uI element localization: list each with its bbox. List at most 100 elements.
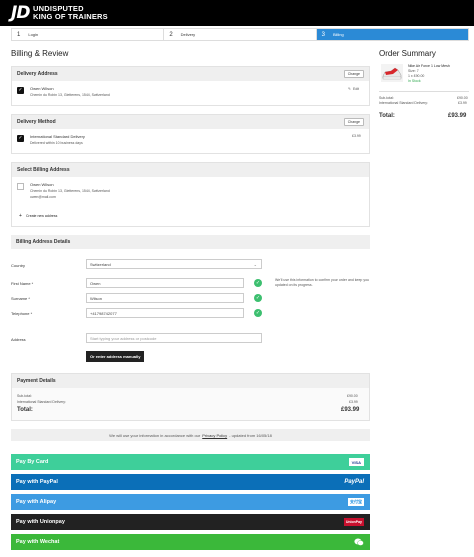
telephone-value: +41798742077	[90, 310, 117, 316]
section-title: Billing Address Details	[16, 239, 71, 245]
notice-date: - updated from 16/05/18	[229, 432, 272, 438]
change-button[interactable]: Change	[343, 118, 364, 126]
step-label: Billing	[333, 32, 344, 37]
checked-checkbox[interactable]: ✓	[17, 135, 24, 142]
section-title: Delivery Address	[17, 71, 58, 77]
stock-status: In Stock	[408, 79, 421, 83]
payment-delivery-label: International Standard Delivery:	[17, 400, 67, 404]
step-number: 1	[17, 31, 21, 38]
summary-delivery-value: £3.99	[458, 101, 467, 105]
address-label: Address	[11, 337, 26, 342]
country-label: Country	[11, 263, 26, 268]
brand-line-2: KING OF TRAINERS	[33, 11, 108, 21]
country-select[interactable]: Switzerland ⌄	[86, 259, 262, 269]
section-title: Delivery Method	[17, 119, 56, 125]
summary-total-label: Total:	[379, 113, 395, 119]
section-header: Delivery Address Change	[12, 67, 369, 81]
payment-delivery-value: £3.99	[349, 400, 358, 404]
edit-link[interactable]: Edit	[353, 87, 359, 91]
product-image	[381, 64, 403, 82]
paypal-icon: PayPal	[344, 479, 364, 485]
checked-checkbox[interactable]: ✓	[17, 87, 24, 94]
section-header: Payment Details	[12, 374, 369, 388]
product-name[interactable]: Nike Air Force 1 Low Mesh	[408, 64, 450, 68]
delivery-address-section: Delivery Address Change ✓ Owen Wilson Ch…	[11, 66, 370, 106]
alipay-icon: 支付宝	[348, 498, 364, 506]
section-title: Select Billing Address	[17, 167, 70, 173]
create-address-link[interactable]: Create new address	[26, 214, 57, 218]
address-placeholder: Start typing your address or postcode	[90, 335, 157, 341]
summary-subtotal-label: Sub-total:	[379, 96, 394, 100]
payment-subtotal-value: £90.00	[347, 394, 358, 398]
billing-address-checkbox[interactable]	[17, 183, 24, 190]
enter-address-manually-button[interactable]: Or enter address manually	[86, 351, 145, 362]
privacy-notice: We will use your information in accordan…	[11, 429, 370, 441]
section-body: ✓ International Standard Delivery Delive…	[12, 129, 369, 153]
pay-label: Pay By Card	[16, 459, 49, 465]
first-name-field[interactable]: Owen	[86, 278, 244, 288]
first-name-value: Owen	[90, 280, 101, 286]
summary-subtotal-value: £90.00	[457, 96, 468, 100]
notice-text: We will use your information in accordan…	[109, 432, 201, 438]
delivery-method-section: Delivery Method Change ✓ International S…	[11, 114, 370, 154]
check-circle-icon: ✓	[254, 309, 262, 317]
billing-details-header: Billing Address Details	[11, 235, 370, 249]
chevron-down-icon: ⌄	[253, 261, 257, 267]
step-label: Delivery	[180, 32, 196, 37]
step-number: 2	[169, 31, 173, 38]
delivery-method-name: International Standard Delivery	[30, 134, 85, 139]
first-name-label: First Name *	[11, 281, 34, 286]
pay-with-paypal-button[interactable]: Pay with PayPal PayPal	[11, 474, 370, 490]
summary-delivery-label: International Standard Delivery:	[379, 101, 429, 105]
pay-label: Pay with Unionpay	[16, 519, 65, 525]
edit-icon[interactable]: ✎	[348, 87, 351, 91]
divider	[379, 91, 469, 92]
section-header: Delivery Method Change	[12, 115, 369, 129]
pay-with-unionpay-button[interactable]: Pay with Unionpay UnionPay	[11, 514, 370, 530]
checkout-steps: 1 Login 2 Delivery 3 Billing	[11, 28, 469, 41]
check-circle-icon: ✓	[254, 294, 262, 302]
surname-label: Surname *	[11, 296, 30, 301]
delivery-method-price: £3.99	[352, 134, 361, 138]
surname-field[interactable]: Wilson	[86, 293, 244, 303]
pay-with-wechat-button[interactable]: Pay with Wechat	[11, 534, 370, 550]
section-body: Owen Wilson Chemin du Robin 13, Glettere…	[12, 177, 369, 226]
billing-name: Owen Wilson	[30, 182, 54, 187]
delivery-method-note: Delivered within 10 business days	[30, 141, 83, 145]
address-line: Chemin du Robin 13, Gletterens, 1544, Sw…	[30, 93, 110, 97]
section-body: Sub-total: £90.00 International Standard…	[12, 388, 369, 420]
section-title: Payment Details	[17, 378, 56, 384]
site-header: JD UNDISPUTED KING OF TRAINERS	[0, 0, 474, 26]
pay-by-card-button[interactable]: Pay By Card VISA	[11, 454, 370, 470]
section-body: ✓ Owen Wilson Chemin du Robin 13, Glette…	[12, 81, 369, 105]
section-header: Select Billing Address	[12, 163, 369, 177]
product-size: Size: 7	[408, 69, 419, 73]
unionpay-icon: UnionPay	[343, 518, 364, 526]
plus-icon[interactable]: +	[19, 213, 22, 219]
step-billing[interactable]: 3 Billing	[316, 29, 468, 40]
payment-details-section: Payment Details Sub-total: £90.00 Intern…	[11, 373, 370, 421]
step-label: Login	[28, 32, 39, 37]
pay-label: Pay with Wechat	[16, 539, 60, 545]
section-header: Billing Address Details	[11, 235, 370, 249]
payment-total-value: £93.99	[341, 407, 360, 413]
payment-subtotal-label: Sub-total:	[17, 394, 32, 398]
privacy-policy-link[interactable]: Privacy Policy	[202, 433, 227, 438]
pay-label: Pay with PayPal	[16, 479, 58, 485]
check-circle-icon: ✓	[254, 279, 262, 287]
step-login[interactable]: 1 Login	[12, 29, 165, 40]
billing-email: owen@mail.com	[30, 195, 56, 199]
surname-value: Wilson	[90, 295, 103, 301]
card-logos-icon: VISA	[348, 458, 364, 466]
jd-logo[interactable]: JD	[11, 3, 30, 23]
change-button[interactable]: Change	[343, 70, 364, 78]
billing-address-line: Chemin du Robin 13, Gletterens, 1544, Sw…	[30, 189, 110, 193]
telephone-label: Telephone *	[11, 311, 33, 316]
address-search-input[interactable]: Start typing your address or postcode	[86, 333, 262, 343]
pay-with-alipay-button[interactable]: Pay with Alipay 支付宝	[11, 494, 370, 510]
telephone-field[interactable]: +41798742077	[86, 308, 244, 318]
step-delivery[interactable]: 2 Delivery	[164, 29, 317, 40]
order-summary-title: Order Summary	[379, 49, 436, 58]
brand-tagline: UNDISPUTED KING OF TRAINERS	[33, 5, 108, 20]
step-number: 3	[321, 31, 325, 38]
